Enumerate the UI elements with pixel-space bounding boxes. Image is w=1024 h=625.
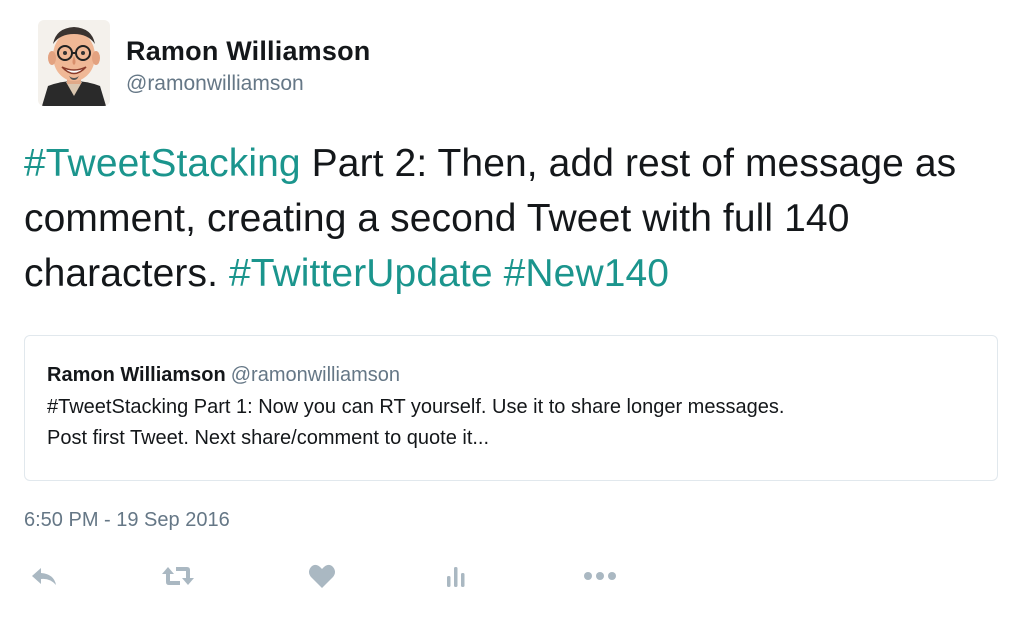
quoted-tweet-header: Ramon Williamson @ramonwilliamson — [47, 362, 975, 388]
reply-icon — [30, 564, 58, 588]
tweet-text-segment — [493, 252, 504, 295]
author-display-name[interactable]: Ramon Williamson — [126, 35, 371, 67]
author-handle[interactable]: @ramonwilliamson — [126, 71, 371, 97]
analytics-button[interactable] — [436, 558, 476, 594]
retweet-icon — [161, 564, 195, 588]
author-names: Ramon Williamson @ramonwilliamson — [126, 35, 371, 97]
like-button[interactable] — [302, 558, 342, 594]
quoted-author-name: Ramon Williamson — [47, 364, 226, 386]
retweet-button[interactable] — [158, 558, 198, 594]
quoted-tweet-line: #TweetStacking Part 1: Now you can RT yo… — [47, 396, 785, 418]
quoted-tweet-text: #TweetStacking Part 1: Now you can RT yo… — [47, 392, 975, 454]
quoted-author-handle: @ramonwilliamson — [230, 364, 400, 386]
tweet-text: #TweetStacking Part 2: Then, add rest of… — [24, 136, 1014, 301]
tweet-header: Ramon Williamson @ramonwilliamson — [38, 20, 371, 108]
tweet-actions — [24, 558, 644, 594]
reply-button[interactable] — [24, 558, 64, 594]
avatar[interactable] — [38, 20, 110, 106]
hashtag-link[interactable]: #New140 — [504, 252, 669, 295]
heart-icon — [308, 563, 336, 589]
tweet-card: Ramon Williamson @ramonwilliamson #Tweet… — [0, 0, 1024, 625]
analytics-icon — [445, 564, 467, 588]
hashtag-link[interactable]: #TweetStacking — [24, 142, 301, 185]
more-icon — [583, 570, 617, 582]
tweet-timestamp[interactable]: 6:50 PM - 19 Sep 2016 — [24, 507, 230, 533]
quoted-tweet[interactable]: Ramon Williamson @ramonwilliamson #TweetS… — [24, 335, 998, 481]
more-button[interactable] — [580, 558, 620, 594]
quoted-tweet-line: Post first Tweet. Next share/comment to … — [47, 427, 490, 449]
hashtag-link[interactable]: #TwitterUpdate — [229, 252, 493, 295]
